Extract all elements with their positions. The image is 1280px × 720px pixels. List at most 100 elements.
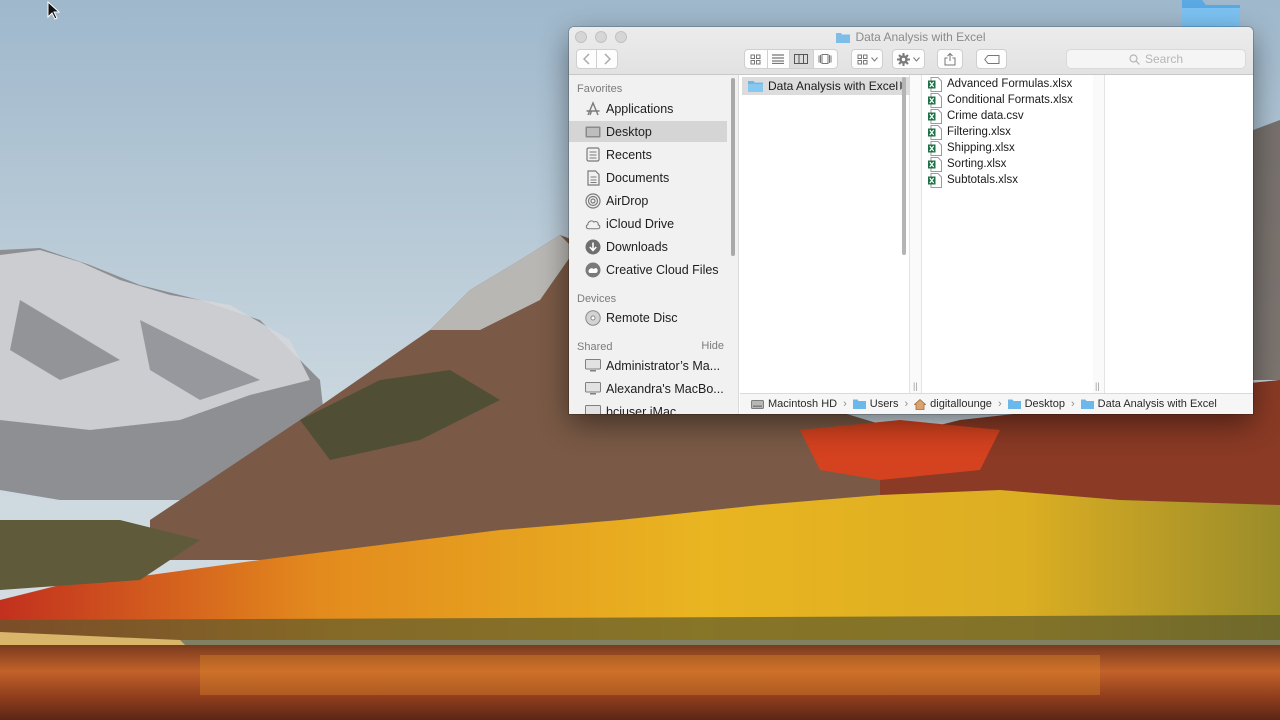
column-view-icon [794, 54, 809, 64]
sidebar-item-shared-computer[interactable]: bciuser iMac [569, 401, 727, 414]
downloads-icon [585, 239, 601, 255]
sidebar[interactable]: Favorites Applications Desktop Recents D… [569, 75, 739, 414]
path-item-desktop[interactable]: Desktop [1007, 398, 1065, 410]
path-item-macintosh-hd[interactable]: Macintosh HD [751, 398, 837, 410]
search-field[interactable]: Search [1066, 49, 1246, 69]
file-name: Crime data.csv [947, 110, 1024, 122]
sidebar-item-applications[interactable]: Applications [569, 98, 727, 119]
path-item-label: Macintosh HD [768, 398, 838, 410]
path-item-current-folder[interactable]: Data Analysis with Excel [1080, 398, 1217, 410]
icloud-icon [585, 216, 601, 232]
share-button[interactable] [937, 49, 963, 69]
list-view-icon [772, 54, 785, 64]
sidebar-item-airdrop[interactable]: AirDrop [569, 190, 727, 211]
sidebar-scrollbar[interactable] [731, 78, 735, 256]
path-item-label: digitallounge [930, 398, 992, 410]
file-row[interactable]: Sorting.xlsx [928, 156, 1006, 172]
recents-icon [585, 147, 601, 163]
file-name: Conditional Formats.xlsx [947, 94, 1073, 106]
desktop-folder-icon[interactable] [1178, 0, 1244, 30]
window-title: Data Analysis with Excel [855, 30, 986, 44]
folder-icon [836, 32, 851, 43]
finder-window[interactable]: Data Analysis with Excel Search Favorite… [569, 27, 1253, 414]
sidebar-item-label: AirDrop [606, 193, 649, 208]
sidebar-item-label: Applications [606, 101, 674, 116]
sidebar-item-label: Alexandra's MacBo... [606, 381, 724, 396]
sidebar-item-remote-disc[interactable]: Remote Disc [569, 307, 727, 328]
shared-hide-button[interactable]: Hide [701, 340, 724, 352]
tag-icon [983, 54, 999, 64]
airdrop-icon [585, 192, 601, 209]
hard-drive-icon [751, 399, 764, 409]
favorites-header: Favorites [577, 83, 623, 95]
sidebar-item-desktop[interactable]: Desktop [569, 121, 727, 142]
icon-view-button[interactable] [745, 50, 768, 68]
list-view-button[interactable] [768, 50, 791, 68]
file-row[interactable]: Subtotals.xlsx [928, 172, 1018, 188]
chevron-right-icon [604, 53, 612, 65]
group-icon [857, 54, 867, 64]
file-row[interactable]: Filtering.xlsx [928, 124, 1011, 140]
path-item-label: Data Analysis with Excel [1097, 398, 1217, 410]
first-column[interactable]: Data Analysis with Excel [740, 75, 910, 393]
group-by-button[interactable] [851, 49, 883, 69]
folder-icon [748, 81, 763, 92]
sidebar-item-shared-computer[interactable]: Administrator’s Ma... [569, 355, 727, 376]
chevron-right-icon: › [843, 398, 847, 410]
path-item-users[interactable]: Users [852, 398, 898, 410]
sidebar-item-creative-cloud-files[interactable]: Creative Cloud Files [569, 259, 727, 280]
excel-file-icon [928, 156, 942, 172]
sidebar-item-label: Documents [606, 170, 670, 185]
file-row[interactable]: Conditional Formats.xlsx [928, 92, 1073, 108]
sidebar-item-label: bciuser iMac [606, 404, 677, 415]
title-bar[interactable]: Data Analysis with Excel Search [569, 27, 1253, 75]
forward-button[interactable] [597, 50, 617, 68]
sidebar-item-label: Administrator’s Ma... [606, 358, 721, 373]
sidebar-item-label: Remote Disc [606, 310, 678, 325]
sidebar-item-label: Desktop [606, 124, 652, 139]
excel-file-icon [928, 92, 942, 108]
column-scrollbar[interactable] [902, 77, 906, 255]
back-forward-control[interactable] [576, 49, 618, 69]
computer-icon [585, 404, 601, 414]
sidebar-item-icloud-drive[interactable]: iCloud Drive [569, 213, 727, 234]
file-row[interactable]: Shipping.xlsx [928, 140, 1015, 156]
excel-file-icon [928, 172, 942, 188]
sidebar-item-recents[interactable]: Recents [569, 144, 727, 165]
shared-header: Shared [577, 341, 613, 353]
column-resize-handle[interactable]: || [913, 381, 918, 391]
path-item-label: Desktop [1024, 398, 1065, 410]
search-icon [1129, 53, 1140, 65]
mouse-cursor-icon [47, 1, 61, 20]
creative-cloud-icon [585, 262, 601, 278]
preview-column [1105, 75, 1253, 393]
icon-view-icon [750, 54, 761, 64]
column-resize-handle[interactable]: || [1095, 381, 1100, 391]
applications-icon [585, 100, 601, 117]
column-divider[interactable] [1093, 75, 1105, 393]
file-name: Filtering.xlsx [947, 126, 1011, 138]
excel-file-icon [928, 124, 942, 140]
file-row[interactable]: Advanced Formulas.xlsx [928, 76, 1072, 92]
path-item-home[interactable]: digitallounge [914, 398, 992, 410]
sidebar-item-documents[interactable]: Documents [569, 167, 727, 188]
file-column[interactable]: Advanced Formulas.xlsx Conditional Forma… [922, 75, 1094, 393]
search-placeholder: Search [1144, 52, 1184, 66]
excel-file-icon [928, 76, 942, 92]
edit-tags-button[interactable] [976, 49, 1007, 69]
folder-icon [1080, 399, 1094, 409]
view-mode-control[interactable] [744, 49, 838, 69]
computer-icon [585, 358, 601, 374]
sidebar-item-downloads[interactable]: Downloads [569, 236, 727, 257]
path-bar: Macintosh HD › Users › digitallounge › D… [740, 393, 1253, 414]
column-view-button[interactable] [790, 50, 814, 68]
action-menu-button[interactable] [892, 49, 925, 69]
csv-file-icon [928, 108, 942, 124]
sidebar-item-label: Downloads [606, 239, 668, 254]
back-button[interactable] [577, 50, 598, 68]
column-divider[interactable] [910, 75, 922, 393]
folder-row-selected[interactable]: Data Analysis with Excel [742, 77, 910, 95]
sidebar-item-shared-computer[interactable]: Alexandra's MacBo... [569, 378, 727, 399]
gallery-view-button[interactable] [814, 50, 837, 68]
file-row[interactable]: Crime data.csv [928, 108, 1024, 124]
